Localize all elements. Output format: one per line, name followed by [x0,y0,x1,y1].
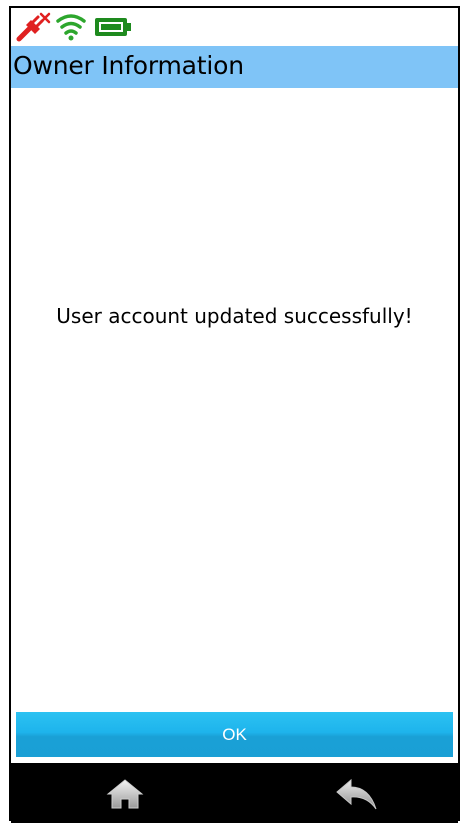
home-icon[interactable] [105,777,145,815]
no-power-icon [13,11,51,47]
status-bar [11,8,458,46]
ok-button-label: OK [222,724,247,744]
page-title: Owner Information [13,51,244,80]
back-icon[interactable] [333,777,379,817]
battery-icon [93,11,133,47]
wifi-icon [55,11,87,47]
title-bar: Owner Information [11,46,458,88]
ok-button[interactable]: OK [16,712,453,757]
device-screen: Owner Information User account updated s… [9,6,460,823]
success-message: User account updated successfully! [56,304,413,328]
bottom-nav-bar [11,763,458,823]
